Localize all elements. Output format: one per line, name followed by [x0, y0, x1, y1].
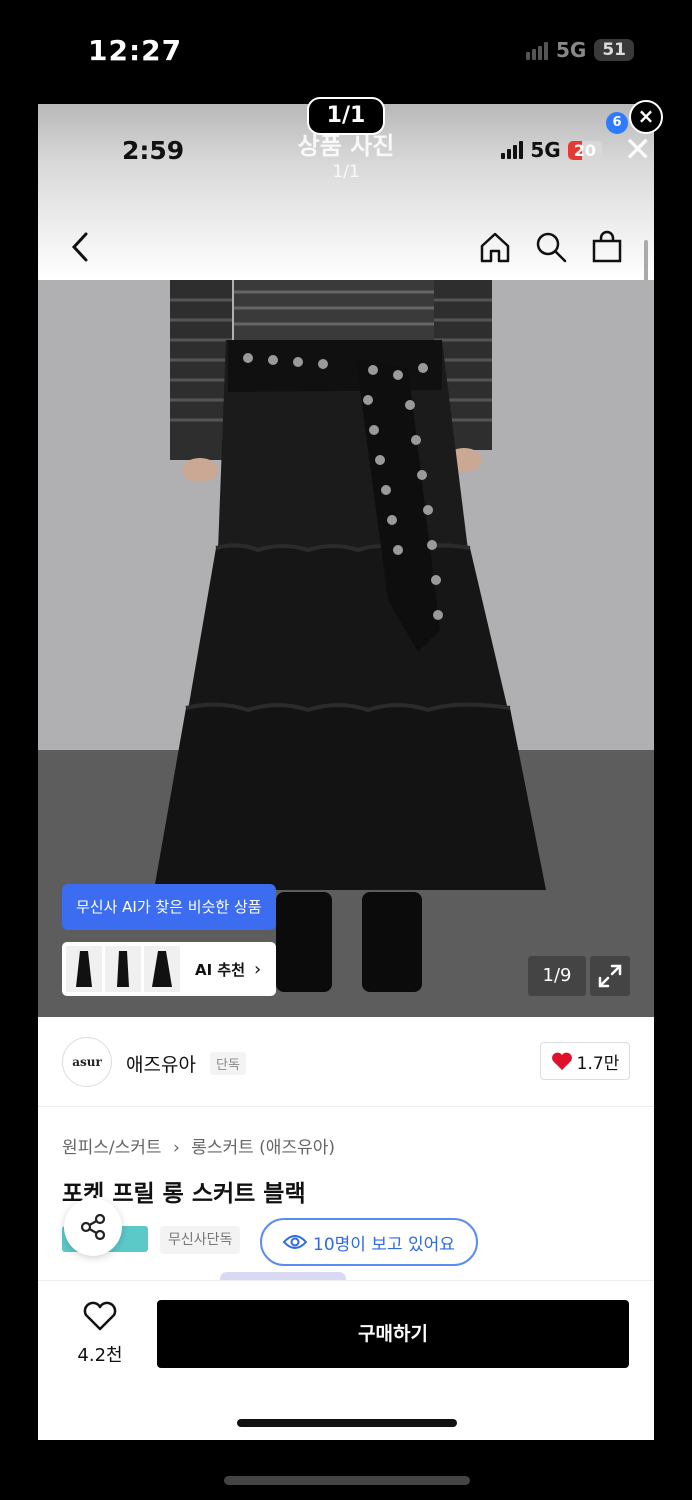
heart-filled-icon — [551, 1052, 572, 1070]
brand-row: asur 애즈유아 단독 1.7만 — [38, 1017, 654, 1107]
image-counter: 1/9 — [528, 956, 586, 996]
wishlist-count: 4.2천 — [77, 1345, 123, 1366]
viewer-page-counter: 1/1 — [307, 97, 385, 135]
breadcrumb-subcategory[interactable]: 롱스커트 (애즈유아) — [191, 1138, 335, 1158]
product-main-image[interactable]: 무신사 AI가 찾은 비슷한 상품 AI 추천 › 1/9 — [38, 280, 654, 1017]
ai-thumb[interactable] — [66, 946, 102, 992]
product-navbar — [38, 216, 654, 280]
inner-status-icons: 5G 20 — [501, 138, 602, 162]
inner-battery-text: 20 — [573, 140, 596, 160]
breadcrumb: 원피스/스커트 › 롱스커트 (애즈유아) — [62, 1133, 335, 1158]
inner-home-indicator — [237, 1419, 457, 1427]
outer-home-indicator[interactable] — [224, 1476, 470, 1485]
brand-like-button[interactable]: 1.7만 — [540, 1042, 630, 1080]
viewer-ghost-count: 1/1 — [332, 162, 360, 182]
outer-battery-level: 51 — [594, 39, 634, 61]
viewers-count-text: 10명이 보고 있어요 — [313, 1234, 455, 1255]
cart-count-badge: 6 — [606, 112, 628, 134]
viewer-close-icon[interactable]: × — [629, 100, 663, 134]
ai-recommend-label[interactable]: AI 추천 — [195, 959, 245, 980]
ai-thumb[interactable] — [105, 946, 141, 992]
breadcrumb-category[interactable]: 원피스/스커트 — [62, 1138, 162, 1158]
brand-like-count: 1.7만 — [576, 1053, 620, 1074]
heart-outline-icon — [83, 1301, 117, 1331]
eye-icon — [283, 1235, 308, 1249]
buy-button[interactable]: 구매하기 — [157, 1300, 629, 1368]
viewers-pill: 10명이 보고 있어요 — [260, 1218, 478, 1266]
home-icon[interactable] — [478, 230, 512, 264]
chevron-right-icon: › — [254, 958, 262, 980]
ai-thumb[interactable] — [144, 946, 180, 992]
wishlist-button[interactable]: 4.2천 — [64, 1301, 136, 1367]
brand-name[interactable]: 애즈유아 — [126, 1050, 196, 1077]
search-icon[interactable] — [534, 230, 568, 264]
musinsa-exclusive-tag: 무신사단독 — [160, 1226, 241, 1254]
back-arrow-icon[interactable] — [68, 230, 94, 264]
signal-icon — [525, 40, 548, 60]
exclusive-badge: 단독 — [210, 1052, 246, 1075]
share-icon — [80, 1213, 106, 1241]
bottom-action-bar: 4.2천 구매하기 — [38, 1280, 654, 1440]
ai-recommend-strip[interactable]: AI 추천 › — [62, 942, 276, 996]
ai-similar-items-bubble[interactable]: 무신사 AI가 찾은 비슷한 상품 — [62, 884, 276, 930]
brand-logo[interactable]: asur — [62, 1037, 112, 1087]
outer-status-icons: 5G 51 — [525, 38, 634, 62]
viewer-ghost-close-icon: ✕ — [623, 130, 653, 170]
share-button[interactable] — [64, 1198, 122, 1256]
outer-network-label: 5G — [555, 38, 587, 62]
expand-icon[interactable] — [590, 956, 630, 996]
product-screenshot: 2:59 상품 사진 1/1 5G 20 ✕ 6 무신사 AI가 찾은 비슷한 … — [38, 104, 654, 1440]
screen: { "outer_status": { "time": "12:27", "ne… — [0, 0, 692, 1500]
inner-signal-icon — [501, 141, 524, 159]
outer-status-time: 12:27 — [88, 34, 183, 67]
shopping-bag-icon[interactable] — [590, 230, 624, 264]
inner-battery-level: 20 — [567, 140, 602, 160]
breadcrumb-separator: › — [172, 1138, 180, 1158]
inner-network-label: 5G — [530, 138, 561, 162]
